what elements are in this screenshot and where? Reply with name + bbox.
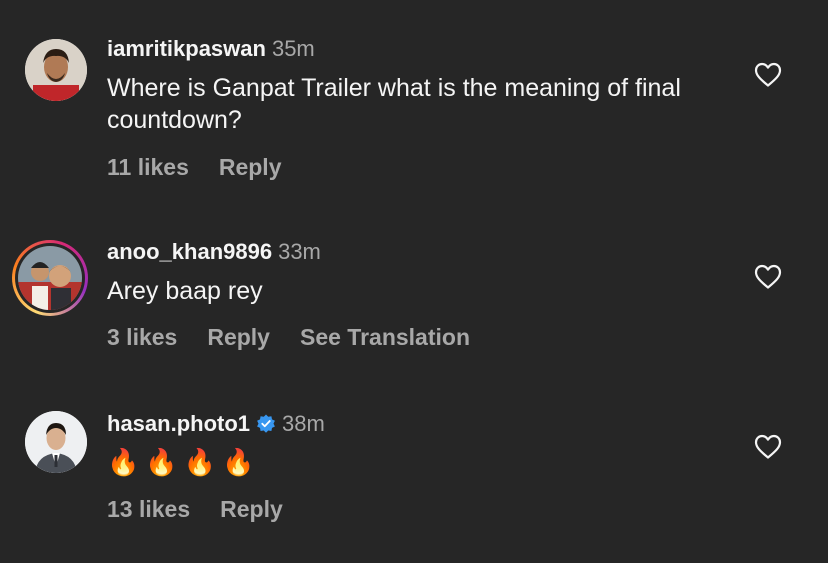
comment-3: hasan.photo1 38m 🔥🔥🔥🔥 13 likes Reply (0, 0, 828, 563)
reply-button[interactable]: Reply (220, 496, 283, 522)
verified-badge-icon (257, 414, 275, 433)
avatar[interactable] (25, 411, 87, 473)
heart-icon[interactable] (754, 434, 782, 460)
timestamp: 38m (282, 411, 325, 436)
comment-actions: 13 likes Reply (107, 494, 313, 524)
comment-header: hasan.photo1 38m (107, 410, 325, 438)
username[interactable]: hasan.photo1 (107, 411, 250, 436)
likes-count[interactable]: 13 likes (107, 496, 190, 522)
comment-text: 🔥🔥🔥🔥 (107, 447, 261, 477)
